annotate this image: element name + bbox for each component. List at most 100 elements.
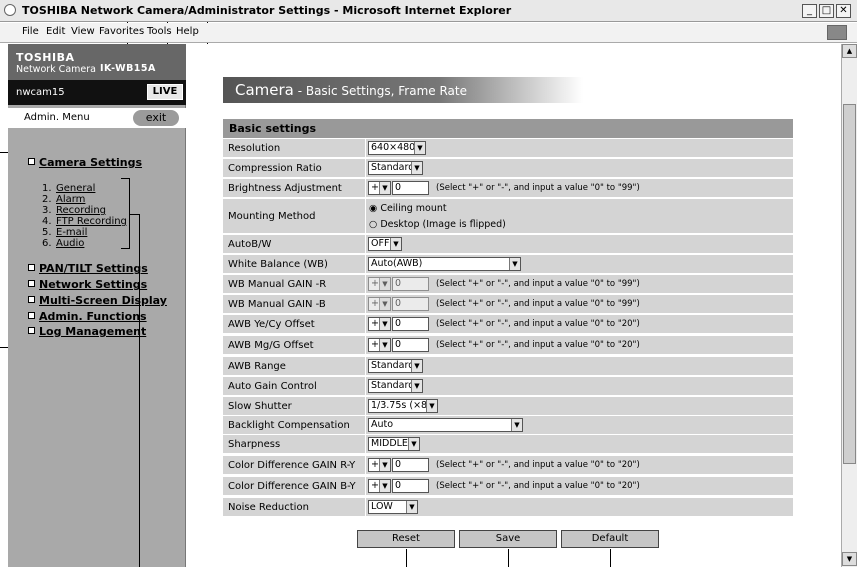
chevron-down-icon: ▼	[414, 142, 425, 154]
menu-bar: File Edit View Favorites Tools Help	[0, 23, 857, 43]
wb-gain-r-sign-select[interactable]: + ▼	[368, 277, 391, 291]
chevron-down-icon: ▼	[411, 360, 422, 372]
reset-button[interactable]: Reset	[357, 530, 455, 548]
row-white-balance: White Balance (WB) Auto(AWB) ▼	[223, 255, 793, 274]
autobw-select[interactable]: OFF ▼	[368, 237, 402, 251]
nav-admin-functions[interactable]: Admin. Functions	[28, 310, 147, 323]
menu-edit[interactable]: Edit	[46, 26, 65, 37]
row-mounting: Mounting Method ◉ Ceiling mount ○ Deskto…	[223, 199, 793, 234]
wb-gain-b-sign-select[interactable]: + ▼	[368, 297, 391, 311]
live-button[interactable]: LIVE	[147, 84, 183, 100]
default-button[interactable]: Default	[561, 530, 659, 548]
expand-icon	[28, 312, 35, 319]
brightness-sign-select[interactable]: + ▼	[368, 181, 391, 195]
expand-icon	[28, 158, 35, 165]
awb-ye-sign-select[interactable]: + ▼	[368, 317, 391, 331]
row-wb-gain-b: WB Manual GAIN -B + ▼ 0 (Select "+" or "-…	[223, 295, 793, 314]
callout-line	[508, 549, 509, 567]
sidebar-item-general[interactable]: 1. General	[42, 183, 95, 194]
minimize-icon[interactable]: _	[802, 4, 817, 18]
menu-help[interactable]: Help	[176, 26, 199, 37]
backlight-select[interactable]: Auto ▼	[368, 418, 523, 432]
row-noise-reduction: Noise Reduction LOW ▼	[223, 498, 793, 517]
close-icon[interactable]: ✕	[836, 4, 851, 18]
radio-ceiling-mount[interactable]: ◉ Ceiling mount	[369, 203, 447, 214]
chevron-down-icon: ▼	[509, 258, 520, 270]
exit-button[interactable]: exit	[133, 110, 179, 126]
menu-tools[interactable]: Tools	[147, 26, 172, 37]
row-awb-ye-cy: AWB Ye/Cy Offset + ▼ 0 (Select "+" or "-"…	[223, 315, 793, 334]
callout-line	[406, 549, 407, 567]
scroll-thumb[interactable]	[843, 104, 856, 464]
model-name: IK-WB15A	[100, 63, 156, 74]
cd-ry-input[interactable]: 0	[392, 458, 429, 472]
maximize-icon[interactable]: □	[819, 4, 834, 18]
row-sharpness: Sharpness MIDDLE ▼	[223, 435, 793, 454]
nav-network-settings[interactable]: Network Settings	[28, 278, 147, 291]
sharpness-select[interactable]: MIDDLE ▼	[368, 437, 420, 451]
nav-multi-screen-display[interactable]: Multi-Screen Display	[28, 294, 167, 307]
chevron-down-icon: ▼	[408, 438, 419, 450]
wb-gain-b-input[interactable]: 0	[392, 297, 429, 311]
row-color-diff-by: Color Difference GAIN B-Y + ▼ 0 (Select "…	[223, 477, 793, 496]
window-title: TOSHIBA Network Camera/Administrator Set…	[22, 4, 512, 17]
expand-icon	[28, 264, 35, 271]
scroll-up-icon[interactable]: ▲	[842, 44, 857, 58]
row-awb-range: AWB Range Standard ▼	[223, 357, 793, 376]
sidebar-item-ftp-recording[interactable]: 4. FTP Recording	[42, 216, 127, 227]
resolution-select[interactable]: 640×480 ▼	[368, 141, 426, 155]
cd-ry-sign-select[interactable]: + ▼	[368, 458, 391, 472]
brightness-input[interactable]: 0	[392, 181, 429, 195]
compression-select[interactable]: Standard ▼	[368, 161, 423, 175]
row-color-diff-ry: Color Difference GAIN R-Y + ▼ 0 (Select "…	[223, 456, 793, 475]
row-wb-gain-r: WB Manual GAIN -R + ▼ 0 (Select "+" or "-…	[223, 275, 793, 294]
auto-gain-select[interactable]: Standard ▼	[368, 379, 423, 393]
awb-range-select[interactable]: Standard ▼	[368, 359, 423, 373]
nav-log-management[interactable]: Log Management	[28, 325, 146, 338]
sidebar-item-audio[interactable]: 6. Audio	[42, 238, 84, 249]
vertical-scrollbar[interactable]: ▲ ▼	[841, 44, 857, 567]
scroll-down-icon[interactable]: ▼	[842, 552, 857, 566]
cd-by-input[interactable]: 0	[392, 479, 429, 493]
bracket-line	[129, 178, 130, 248]
callout-line	[610, 549, 611, 567]
admin-menu-label: Admin. Menu	[24, 112, 90, 123]
awb-mg-sign-select[interactable]: + ▼	[368, 338, 391, 352]
noise-reduction-select[interactable]: LOW ▼	[368, 500, 418, 514]
windows-logo-icon	[827, 25, 847, 40]
awb-ye-input[interactable]: 0	[392, 317, 429, 331]
slow-shutter-select[interactable]: 1/3.75s (×8) ▼	[368, 399, 438, 413]
expand-icon	[28, 280, 35, 287]
nav-camera-settings[interactable]: Camera Settings	[28, 156, 142, 169]
chevron-down-icon: ▼	[379, 339, 390, 351]
row-brightness: Brightness Adjustment + ▼ 0 (Select "+" o…	[223, 179, 793, 198]
expand-icon	[28, 296, 35, 303]
row-backlight: Backlight Compensation Auto ▼	[223, 416, 793, 435]
window-title-bar: TOSHIBA Network Camera/Administrator Set…	[0, 0, 857, 22]
wb-gain-r-input[interactable]: 0	[392, 277, 429, 291]
sidebar-item-alarm[interactable]: 2. Alarm	[42, 194, 85, 205]
nav-pan-tilt-settings[interactable]: PAN/TILT Settings	[28, 262, 148, 275]
white-balance-select[interactable]: Auto(AWB) ▼	[368, 257, 521, 271]
row-resolution: Resolution 640×480 ▼	[223, 139, 793, 158]
camera-name: nwcam15	[16, 87, 65, 98]
chevron-down-icon: ▼	[379, 480, 390, 492]
chevron-down-icon: ▼	[379, 278, 390, 290]
save-button[interactable]: Save	[459, 530, 557, 548]
cd-by-sign-select[interactable]: + ▼	[368, 479, 391, 493]
section-header: Basic settings	[223, 119, 793, 138]
brand-name: TOSHIBA	[16, 51, 75, 64]
sidebar-item-email[interactable]: 5. E-mail	[42, 227, 87, 238]
row-slow-shutter: Slow Shutter 1/3.75s (×8) ▼	[223, 397, 793, 416]
menu-favorites[interactable]: Favorites	[99, 26, 144, 37]
radio-desktop[interactable]: ○ Desktop (Image is flipped)	[369, 219, 506, 230]
chevron-down-icon: ▼	[411, 162, 422, 174]
menu-file[interactable]: File	[22, 26, 39, 37]
chevron-down-icon: ▼	[379, 298, 390, 310]
chevron-down-icon: ▼	[411, 380, 422, 392]
expand-icon	[28, 327, 35, 334]
menu-view[interactable]: View	[71, 26, 95, 37]
row-auto-gain: Auto Gain Control Standard ▼	[223, 377, 793, 396]
awb-mg-input[interactable]: 0	[392, 338, 429, 352]
sidebar-item-recording[interactable]: 3. Recording	[42, 205, 106, 216]
